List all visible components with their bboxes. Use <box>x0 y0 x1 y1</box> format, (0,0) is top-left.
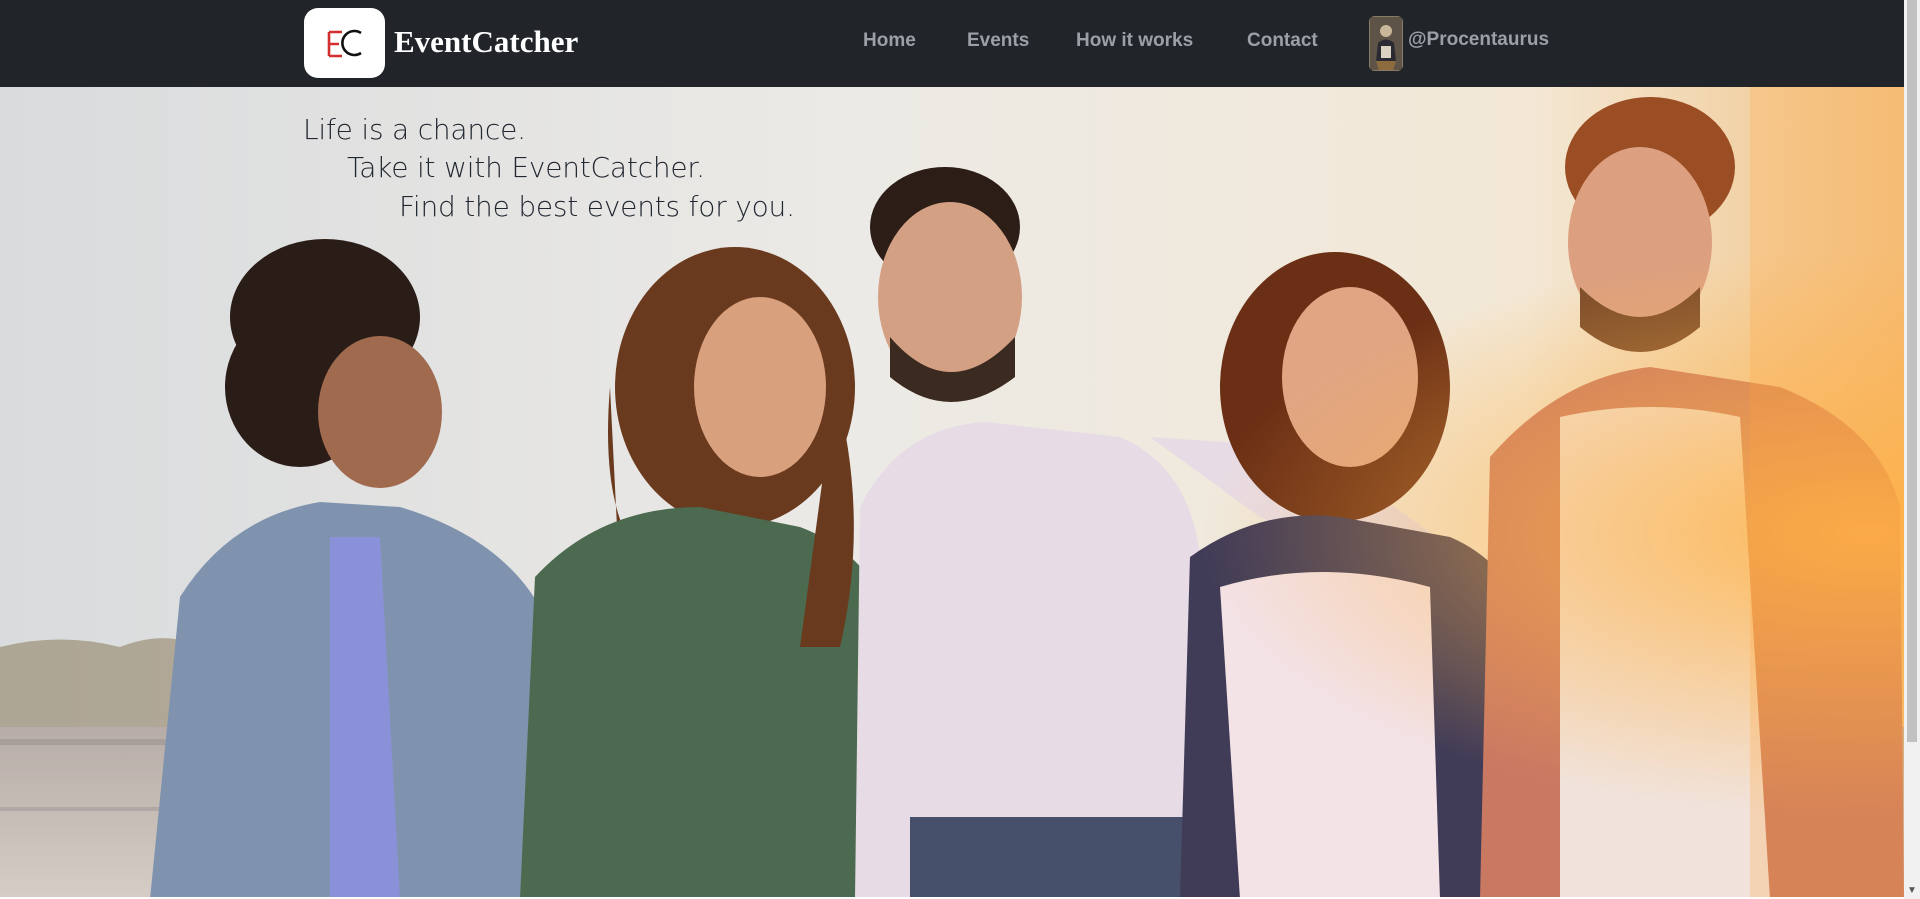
user-handle-link[interactable]: @Procentaurus <box>1408 29 1549 51</box>
tagline-line-3: Find the best events for you. <box>399 190 795 223</box>
hero-section: Life is a chance. Take it with EventCatc… <box>0 87 1904 899</box>
ec-logo-icon <box>327 29 362 58</box>
tagline-line-2: Take it with EventCatcher. <box>347 151 705 184</box>
user-avatar[interactable] <box>1369 16 1403 71</box>
page-scrollbar[interactable]: ▼ <box>1904 0 1920 899</box>
scroll-down-arrow-icon[interactable]: ▼ <box>1907 886 1917 896</box>
nav-events-link[interactable]: Events <box>967 30 1029 52</box>
user-avatar-portrait-icon <box>1369 16 1403 71</box>
tagline-line-1: Life is a chance. <box>303 113 526 146</box>
nav-home-link[interactable]: Home <box>863 30 916 52</box>
nav-how-it-works-link[interactable]: How it works <box>1076 30 1193 52</box>
brand-logo[interactable] <box>304 8 385 78</box>
nav-contact-link[interactable]: Contact <box>1247 30 1318 52</box>
group-of-friends-photo-icon <box>0 87 1904 899</box>
scrollbar-thumb[interactable] <box>1907 0 1917 742</box>
navbar: EventCatcher Home Events How it works Co… <box>0 0 1904 87</box>
brand-name[interactable]: EventCatcher <box>394 24 578 60</box>
